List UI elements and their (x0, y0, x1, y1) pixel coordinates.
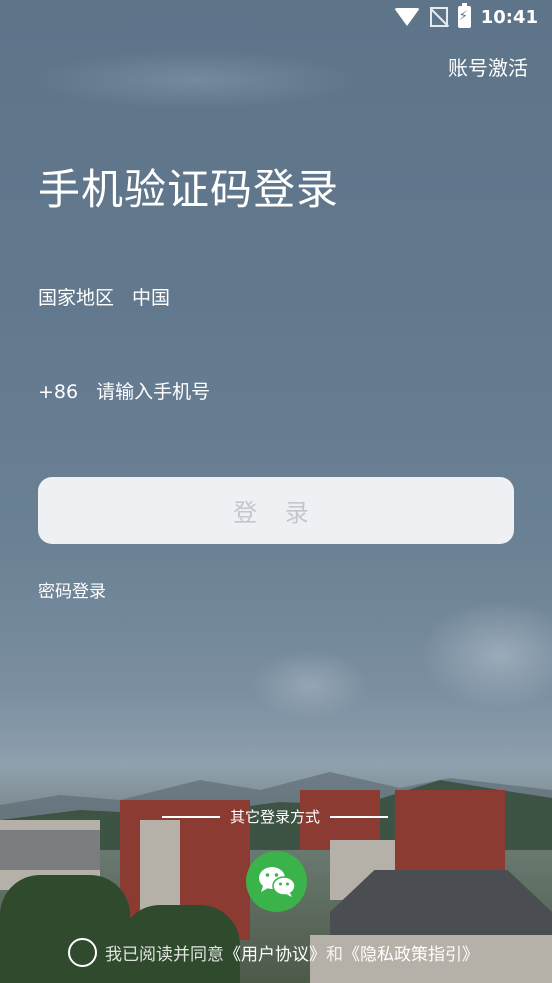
wechat-login-button[interactable] (246, 851, 307, 912)
region-value: 中国 (132, 287, 171, 309)
wechat-icon (258, 866, 296, 897)
phone-row: +86 (38, 381, 477, 403)
status-time: 10:41 (480, 6, 538, 28)
user-agreement-link[interactable]: 《用户协议》 (224, 940, 326, 965)
status-bar: 10:41 (0, 0, 552, 36)
no-sim-icon (429, 7, 448, 27)
page-title: 手机验证码登录 (38, 165, 340, 214)
country-code[interactable]: +86 (38, 381, 78, 403)
account-activate-link[interactable]: 账号激活 (448, 52, 528, 81)
other-login-label: 其它登录方式 (230, 808, 321, 826)
agreement-conjunction: 和 (326, 945, 343, 965)
other-login-divider: 其它登录方式 (162, 806, 389, 827)
password-login-link[interactable]: 密码登录 (38, 577, 106, 602)
wifi-icon (393, 8, 420, 26)
privacy-policy-link[interactable]: 《隐私政策指引》 (343, 940, 479, 965)
agreement-checkbox[interactable] (68, 938, 97, 967)
divider-line-right (330, 815, 389, 818)
region-label: 国家地区 (38, 287, 115, 309)
login-button[interactable]: 登 录 (38, 477, 514, 544)
region-selector[interactable]: 国家地区 中国 (38, 283, 170, 310)
agreement-row: 我已阅读并同意 《用户协议》和《隐私政策指引》 (68, 938, 479, 967)
phone-input[interactable] (96, 381, 477, 403)
agreement-prefix: 我已阅读并同意 (105, 945, 224, 965)
divider-line-left (162, 815, 220, 818)
battery-charging-icon (457, 3, 471, 28)
